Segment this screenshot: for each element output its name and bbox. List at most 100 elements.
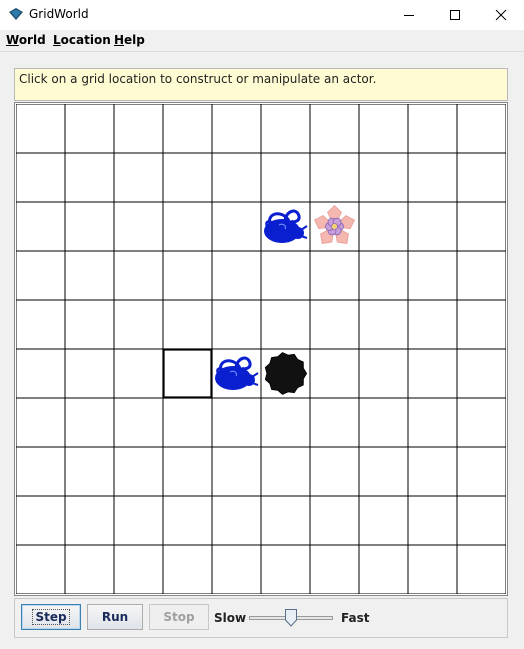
grid-cell[interactable] [310, 447, 359, 496]
grid-cell[interactable] [212, 398, 261, 447]
grid-cell[interactable] [212, 104, 261, 153]
grid-cell[interactable] [457, 153, 506, 202]
grid-cell[interactable] [65, 251, 114, 300]
grid-cell[interactable] [212, 251, 261, 300]
grid-cell[interactable] [408, 398, 457, 447]
grid-cell[interactable] [114, 496, 163, 545]
minimize-button[interactable] [386, 0, 432, 30]
grid-cell[interactable] [359, 300, 408, 349]
grid-cell[interactable] [114, 398, 163, 447]
grid-cell[interactable] [16, 104, 65, 153]
grid-cell[interactable] [16, 202, 65, 251]
menu-help[interactable]: Help [114, 33, 145, 47]
grid-cell[interactable] [163, 202, 212, 251]
grid-cell[interactable] [359, 104, 408, 153]
grid-cell[interactable] [65, 398, 114, 447]
grid-cell[interactable] [163, 153, 212, 202]
grid-cell[interactable] [16, 496, 65, 545]
grid-cell[interactable] [310, 398, 359, 447]
grid-cell[interactable] [16, 447, 65, 496]
grid-cell[interactable] [457, 104, 506, 153]
grid-cell[interactable] [65, 300, 114, 349]
grid-cell[interactable] [16, 398, 65, 447]
grid-cell[interactable] [163, 251, 212, 300]
grid-cell[interactable] [114, 545, 163, 594]
grid-cell[interactable] [310, 496, 359, 545]
grid-cell[interactable] [114, 349, 163, 398]
grid-cell[interactable] [457, 349, 506, 398]
world-grid[interactable] [16, 104, 506, 594]
grid-cell[interactable] [457, 398, 506, 447]
grid-cell[interactable] [261, 496, 310, 545]
maximize-button[interactable] [432, 0, 478, 30]
grid-cell[interactable] [261, 251, 310, 300]
grid-cell[interactable] [65, 496, 114, 545]
grid-cell[interactable] [16, 300, 65, 349]
grid-cell[interactable] [359, 251, 408, 300]
grid-cell[interactable] [114, 251, 163, 300]
grid-cell[interactable] [457, 545, 506, 594]
grid-cell[interactable] [457, 447, 506, 496]
grid-cell[interactable] [408, 496, 457, 545]
grid-cell[interactable] [212, 545, 261, 594]
grid-cell[interactable] [457, 300, 506, 349]
grid-cell[interactable] [65, 153, 114, 202]
grid-cell[interactable] [310, 153, 359, 202]
grid-cell[interactable] [359, 447, 408, 496]
grid-cell[interactable] [114, 447, 163, 496]
grid-cell[interactable] [359, 349, 408, 398]
grid-cell[interactable] [163, 496, 212, 545]
grid-cell[interactable] [114, 153, 163, 202]
grid-cell[interactable] [310, 300, 359, 349]
grid-cell[interactable] [310, 251, 359, 300]
grid-cell[interactable] [16, 545, 65, 594]
grid-cell[interactable] [457, 496, 506, 545]
grid-cell[interactable] [163, 545, 212, 594]
grid-cell[interactable] [457, 202, 506, 251]
grid-cell[interactable] [408, 104, 457, 153]
grid-cell[interactable] [408, 153, 457, 202]
step-button[interactable]: Step [21, 604, 81, 630]
run-button[interactable]: Run [87, 604, 143, 630]
grid-cell[interactable] [408, 349, 457, 398]
grid-cell[interactable] [114, 202, 163, 251]
grid-cell[interactable] [310, 349, 359, 398]
grid-cell[interactable] [163, 349, 212, 398]
grid-cell[interactable] [261, 300, 310, 349]
grid-cell[interactable] [163, 398, 212, 447]
grid-canvas[interactable] [16, 104, 506, 594]
grid-cell[interactable] [65, 202, 114, 251]
close-button[interactable] [478, 0, 524, 30]
grid-cell[interactable] [261, 447, 310, 496]
speed-slider[interactable] [247, 608, 335, 628]
grid-cell[interactable] [163, 104, 212, 153]
grid-cell[interactable] [359, 545, 408, 594]
grid-cell[interactable] [163, 300, 212, 349]
grid-cell[interactable] [16, 251, 65, 300]
grid-cell[interactable] [16, 153, 65, 202]
grid-cell[interactable] [359, 153, 408, 202]
grid-cell[interactable] [261, 545, 310, 594]
grid-cell[interactable] [212, 447, 261, 496]
grid-cell[interactable] [114, 104, 163, 153]
grid-cell[interactable] [261, 398, 310, 447]
grid-cell[interactable] [65, 545, 114, 594]
grid-cell[interactable] [310, 545, 359, 594]
grid-cell[interactable] [408, 202, 457, 251]
grid-cell[interactable] [114, 300, 163, 349]
grid-cell[interactable] [408, 300, 457, 349]
grid-cell[interactable] [65, 104, 114, 153]
grid-cell[interactable] [212, 202, 261, 251]
grid-cell[interactable] [408, 251, 457, 300]
grid-cell[interactable] [359, 398, 408, 447]
grid-cell[interactable] [261, 104, 310, 153]
grid-cell[interactable] [16, 349, 65, 398]
grid-cell[interactable] [408, 545, 457, 594]
grid-cell[interactable] [212, 300, 261, 349]
grid-cell[interactable] [65, 349, 114, 398]
grid-cell[interactable] [359, 202, 408, 251]
menu-world[interactable]: World [6, 33, 46, 47]
grid-cell[interactable] [163, 447, 212, 496]
grid-cell[interactable] [310, 104, 359, 153]
grid-cell[interactable] [65, 447, 114, 496]
